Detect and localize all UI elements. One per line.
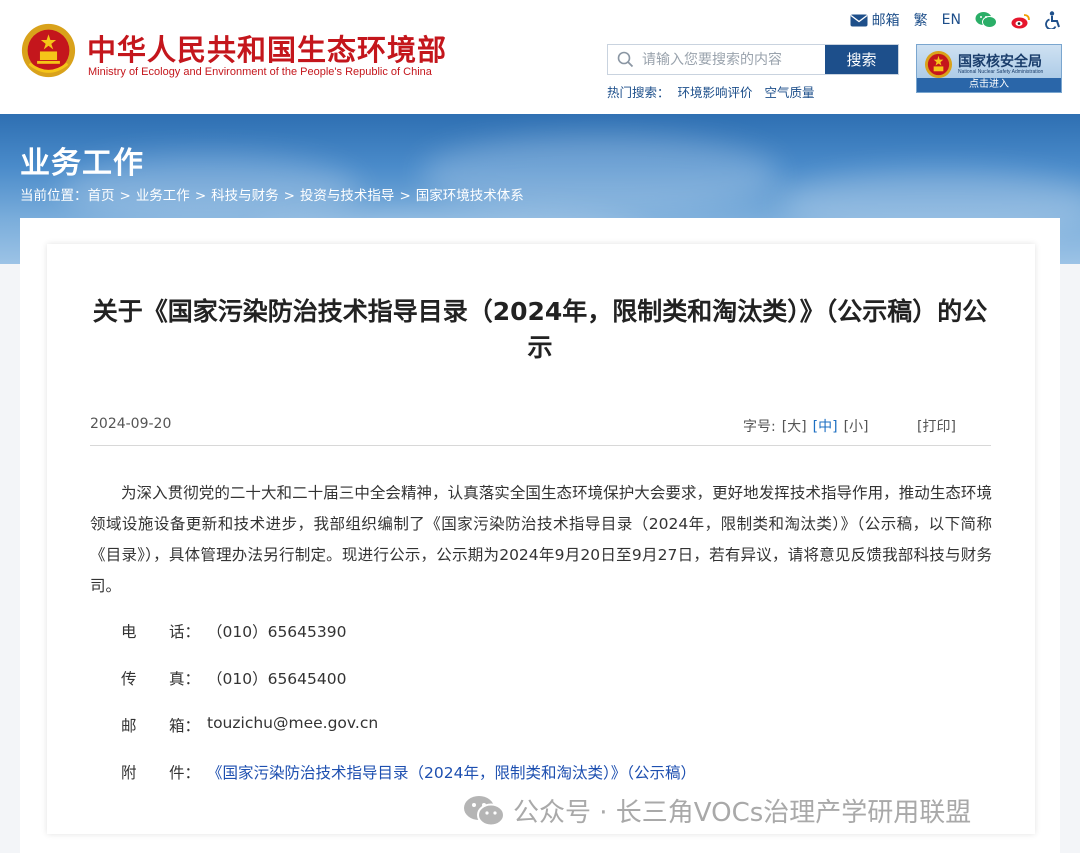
hot-search: 热门搜索： 环境影响评价 空气质量: [607, 82, 815, 101]
contact-fax: 传 真： （010）65645400: [121, 667, 346, 689]
search-button[interactable]: 搜索: [825, 45, 898, 74]
contact-email: 邮 箱： touzichu@mee.gov.cn: [121, 714, 378, 736]
nnsa-banner-link[interactable]: 国家核安全局 National Nuclear Safety Administr…: [916, 44, 1062, 93]
contact-key-1: 附: [121, 764, 137, 782]
nnsa-emblem-icon: [924, 50, 953, 79]
section-title: 业务工作: [20, 146, 144, 181]
traditional-chinese-link[interactable]: 繁: [914, 10, 928, 30]
nnsa-subtitle: National Nuclear Safety Administration: [958, 69, 1044, 75]
breadcrumb-prefix: 当前位置：: [20, 188, 88, 204]
weibo-link[interactable]: [1011, 12, 1031, 29]
envelope-icon: [850, 14, 868, 26]
accessibility-link[interactable]: [1045, 11, 1062, 29]
wechat-link[interactable]: [975, 11, 997, 29]
site-header: 中华人民共和国生态环境部 Ministry of Ecology and Env…: [0, 0, 1080, 114]
site-title-english: Ministry of Ecology and Environment of t…: [88, 66, 432, 78]
breadcrumb-tech-system[interactable]: 国家环境技术体系: [416, 188, 524, 204]
nnsa-title: 国家核安全局: [958, 54, 1042, 70]
contact-key-2: 真：: [169, 670, 201, 688]
search-box: 搜索: [607, 44, 899, 75]
weibo-icon: [1011, 13, 1030, 28]
font-size-controls: 字号: [大] [中] [小]: [743, 416, 869, 436]
wechat-icon: [464, 795, 505, 826]
breadcrumb-science-finance[interactable]: 科技与财务: [211, 188, 279, 204]
contact-key-2: 箱：: [169, 717, 201, 735]
national-emblem-icon[interactable]: [20, 22, 77, 79]
wechat-watermark: 公众号 · 长三角VOCs治理产学研用联盟: [463, 792, 971, 829]
hot-search-item-air-quality[interactable]: 空气质量: [765, 82, 815, 101]
article-meta: 2024-09-20 字号: [大] [中] [小] [打印]: [90, 416, 991, 446]
contact-attachment: 附 件： 《国家污染防治技术指导目录（2024年，限制类和淘汰类）》（公示稿）: [121, 761, 696, 783]
contact-key-1: 电: [121, 623, 137, 641]
english-link[interactable]: EN: [942, 12, 961, 28]
breadcrumb-business-work[interactable]: 业务工作: [136, 188, 190, 204]
font-size-small-button[interactable]: [小]: [844, 416, 869, 436]
hot-search-item-eia[interactable]: 环境影响评价: [678, 82, 753, 101]
mail-label: 邮箱: [871, 13, 900, 29]
search-input[interactable]: [642, 45, 825, 74]
article-paragraph: 为深入贯彻党的二十大和二十届三中全会精神，认真落实全国生态环境保护大会要求，更好…: [90, 484, 992, 595]
font-size-medium-button[interactable]: [中]: [813, 416, 838, 436]
contact-key-2: 件：: [169, 764, 201, 782]
wechat-icon: [975, 12, 997, 28]
nnsa-enter-label: 点击进入: [917, 78, 1061, 92]
contact-key-1: 邮: [121, 717, 137, 735]
watermark-text: 公众号 · 长三角VOCs治理产学研用联盟: [513, 798, 972, 828]
attachment-link[interactable]: 《国家污染防治技术指导目录（2024年，限制类和淘汰类）》（公示稿）: [207, 761, 696, 783]
accessibility-icon: [1045, 11, 1060, 29]
font-size-large-button[interactable]: [大]: [782, 416, 807, 436]
contact-fax-value: （010）65645400: [207, 670, 347, 688]
contact-key-2: 话：: [169, 623, 201, 641]
breadcrumb-home[interactable]: 首页: [88, 188, 115, 204]
breadcrumb-investment-guidance[interactable]: 投资与技术指导: [300, 188, 395, 204]
top-utility-links: 邮箱 繁 EN: [850, 8, 1062, 32]
search-icon: [608, 45, 642, 74]
print-button[interactable]: [打印]: [917, 416, 956, 436]
publish-date: 2024-09-20: [90, 416, 172, 432]
contact-key-1: 传: [121, 670, 137, 688]
site-title[interactable]: 中华人民共和国生态环境部: [87, 27, 447, 69]
mail-link[interactable]: 邮箱: [850, 10, 900, 30]
font-size-label: 字号:: [743, 419, 776, 435]
contact-email-value: touzichu@mee.gov.cn: [207, 714, 379, 732]
contact-phone: 电 话： （010）65645390: [121, 620, 346, 642]
contact-phone-value: （010）65645390: [207, 623, 347, 641]
breadcrumb: 当前位置：首页 > 业务工作 > 科技与财务 > 投资与技术指导 > 国家环境技术体系: [20, 188, 524, 204]
article-title: 关于《国家污染防治技术指导目录（2024年，限制类和淘汰类）》（公示稿）的公示: [92, 297, 988, 362]
hot-search-label: 热门搜索：: [607, 85, 670, 100]
